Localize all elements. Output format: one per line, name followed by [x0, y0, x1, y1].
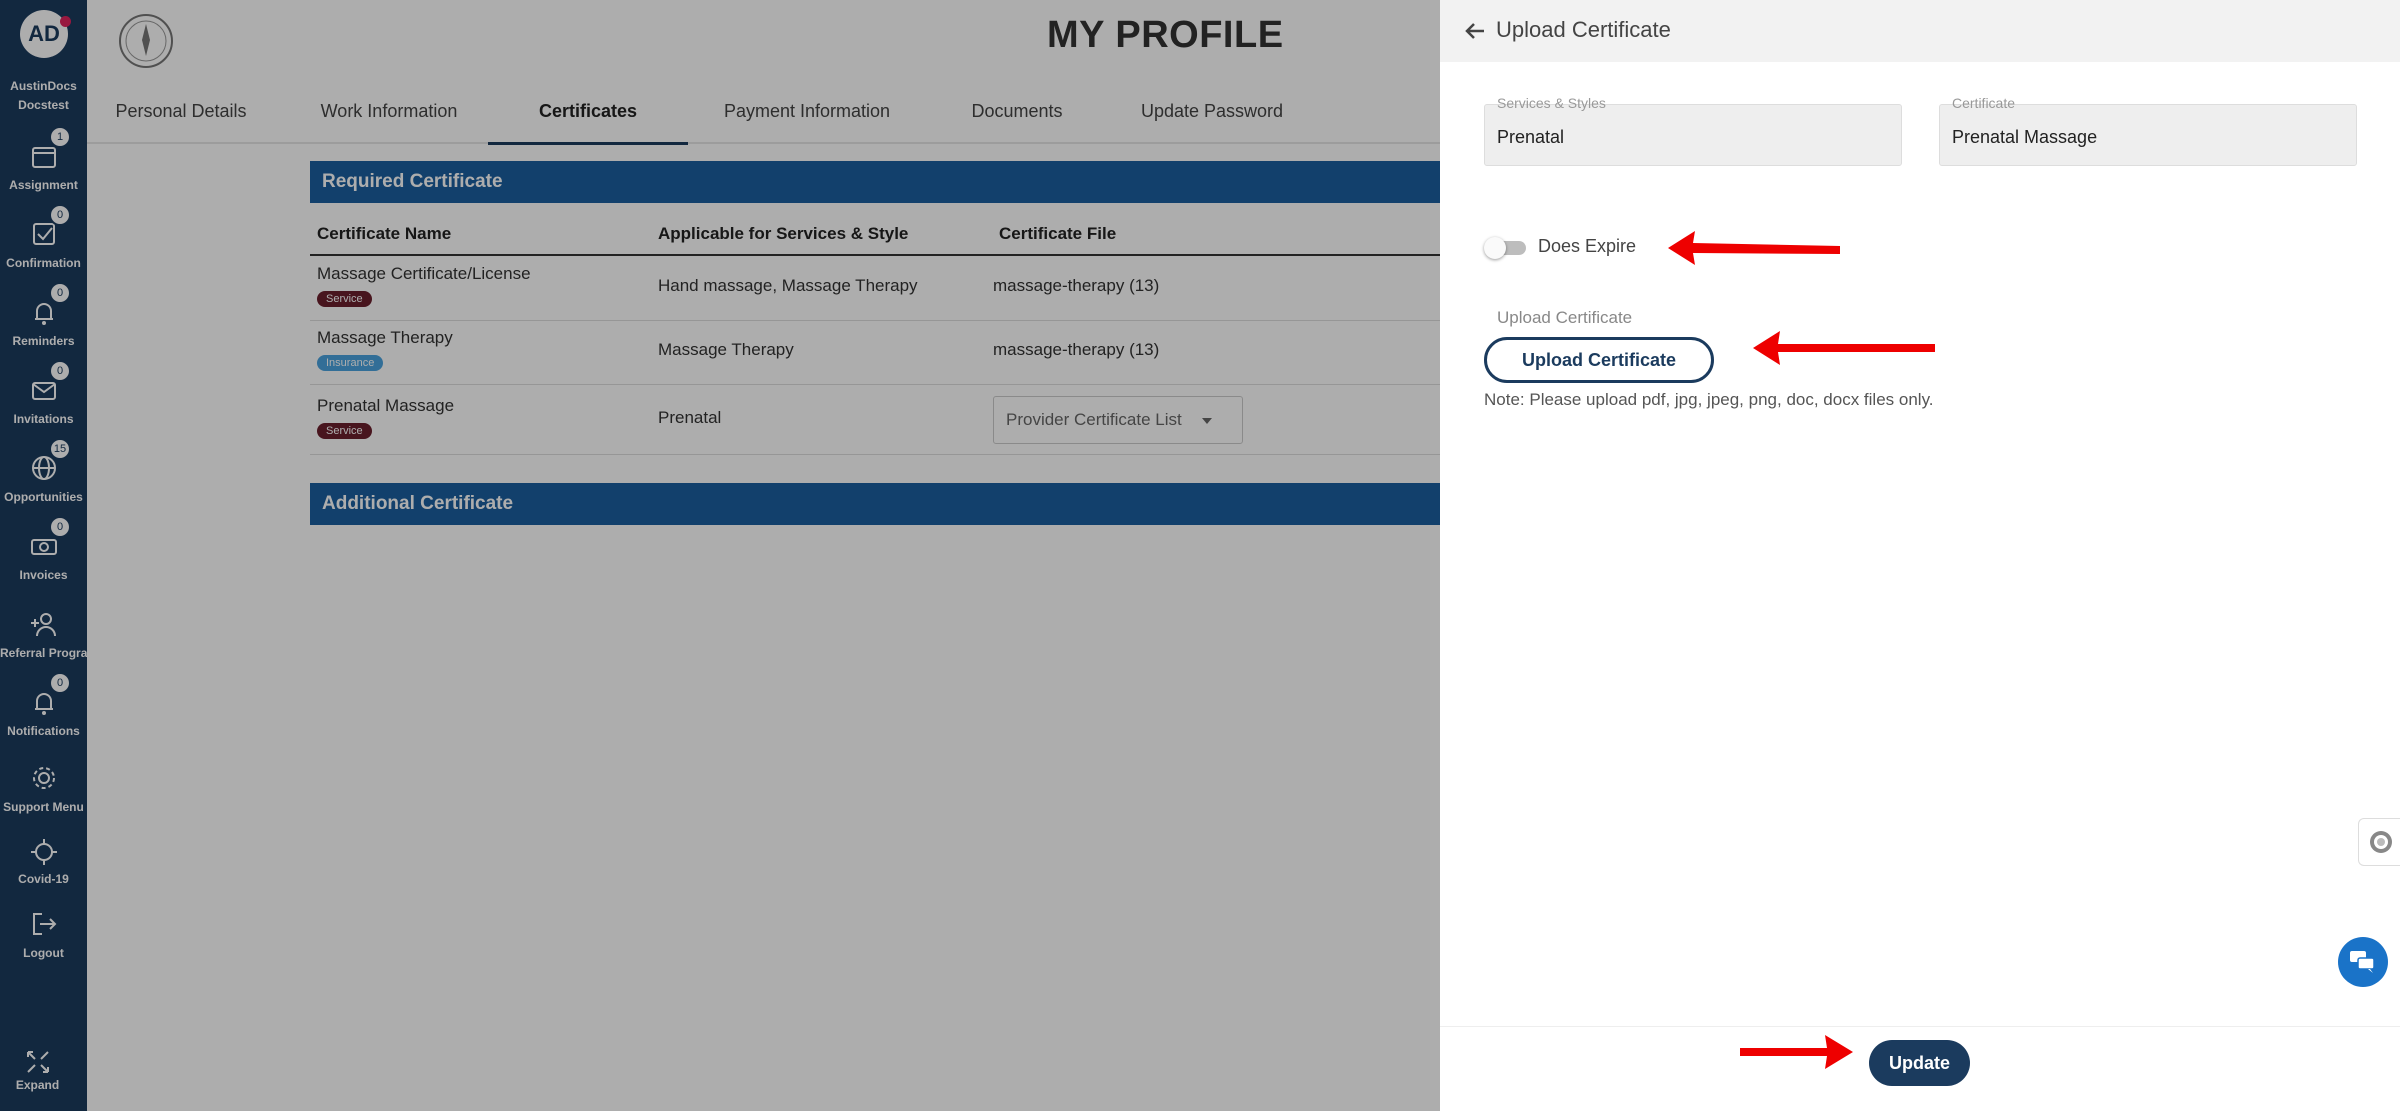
- accessibility-widget[interactable]: [2358, 818, 2400, 866]
- services-styles-value: Prenatal: [1497, 127, 1565, 147]
- panel-title: Upload Certificate: [1496, 17, 1671, 42]
- certificate-field[interactable]: Certificate Prenatal Massage: [1939, 95, 2357, 166]
- upload-certificate-button[interactable]: Upload Certificate: [1484, 337, 1714, 383]
- upload-certificate-panel: Upload Certificate: [1440, 0, 2400, 1111]
- services-styles-field[interactable]: Services & Styles Prenatal: [1484, 95, 1902, 166]
- certificate-value: Prenatal Massage: [1952, 127, 2098, 147]
- services-styles-label: Services & Styles: [1497, 95, 1606, 111]
- certificate-label: Certificate: [1952, 95, 2016, 111]
- modal-backdrop[interactable]: [0, 0, 1440, 1111]
- upload-certificate-label: Upload Certificate: [1497, 308, 1633, 327]
- red-arrow-icon: [1753, 331, 1935, 365]
- file-type-note: Note: Please upload pdf, jpg, jpeg, png,…: [1484, 390, 1934, 409]
- does-expire-toggle[interactable]: [1484, 237, 1528, 259]
- red-arrow-icon: [1668, 231, 1840, 265]
- chat-icon: [2350, 951, 2375, 973]
- toggle-knob: [1484, 237, 1506, 259]
- panel-header: Upload Certificate: [1440, 0, 2400, 62]
- accessibility-icon: [2370, 831, 2392, 853]
- update-button[interactable]: Update: [1869, 1040, 1970, 1086]
- panel-footer-divider: [1440, 1026, 2400, 1027]
- back-arrow-icon[interactable]: [1462, 18, 1488, 44]
- red-arrow-icon: [1740, 1035, 1853, 1069]
- chat-button[interactable]: [2338, 937, 2388, 987]
- does-expire-label: Does Expire: [1538, 236, 1637, 256]
